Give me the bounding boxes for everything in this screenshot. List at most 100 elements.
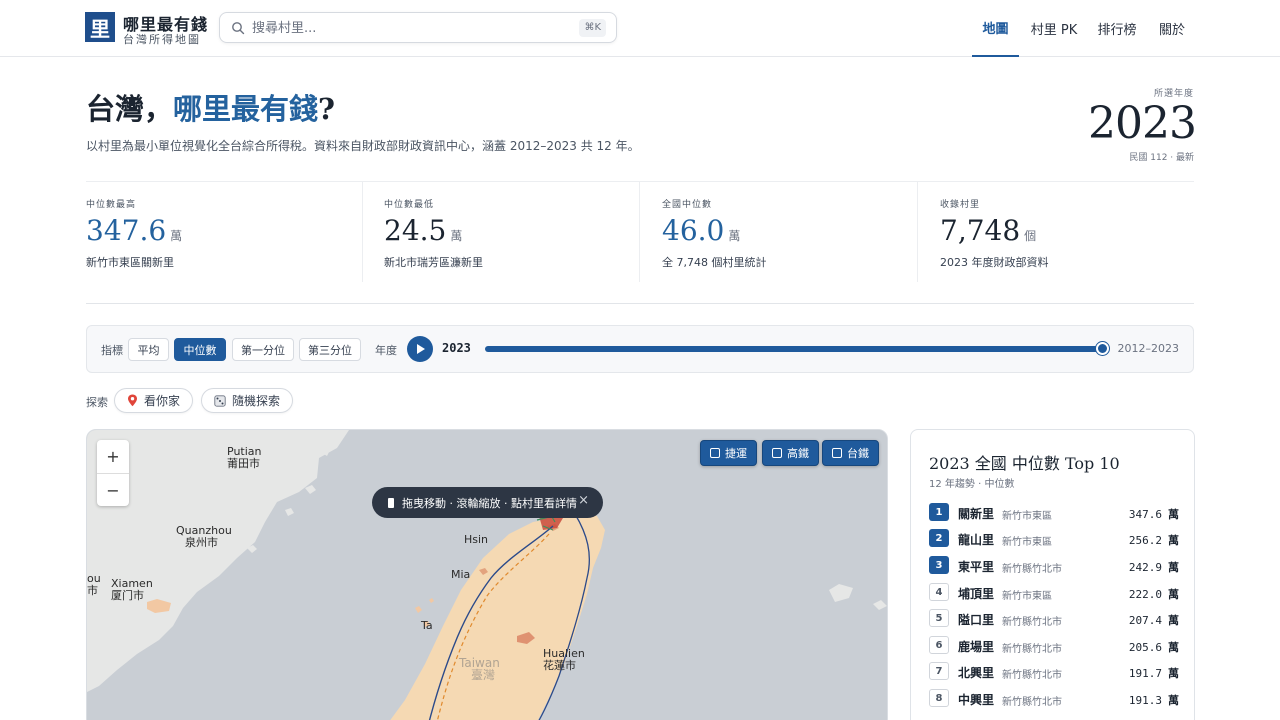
- rank-number: 6: [929, 636, 949, 654]
- page-title-end: ?: [318, 92, 336, 126]
- rank-village-name: 鹿場里: [958, 640, 995, 654]
- metric-median-button[interactable]: 中位數: [174, 338, 226, 361]
- rank-number: 5: [929, 609, 949, 627]
- rank-value-unit: 萬: [1168, 694, 1179, 707]
- rank-village-name: 埔頂里: [958, 587, 995, 601]
- hsr-icon: [772, 448, 782, 458]
- ranking-row[interactable]: 1 關新里 新竹市東區 347.6 萬: [929, 501, 1179, 523]
- rank-village-name: 龍山里: [958, 533, 995, 547]
- stat-value: 347.6 萬: [86, 214, 182, 247]
- rank-district: 新竹市東區: [1002, 537, 1052, 548]
- layer-metro-label: 捷運: [725, 447, 747, 460]
- map-hint-text: 拖曳移動 · 滾輪縮放 · 點村里看詳情: [402, 496, 577, 510]
- rank-district: 新竹縣竹北市: [1002, 697, 1062, 708]
- rank-value-number: 222.0: [1128, 588, 1162, 601]
- zoom-control: + −: [97, 440, 129, 506]
- zoom-out-button[interactable]: −: [97, 473, 129, 506]
- zoom-in-button[interactable]: +: [97, 440, 129, 473]
- year-control-label: 年度: [375, 344, 397, 357]
- map-label-hualien: Hualien 花蓮市: [543, 648, 585, 672]
- rank-village-name: 關新里: [958, 507, 995, 521]
- random-explore-button[interactable]: 隨機探索: [201, 388, 293, 413]
- year-slider-track[interactable]: [485, 346, 1103, 352]
- ranking-row[interactable]: 2 龍山里 新竹市東區 256.2 萬: [929, 527, 1179, 549]
- ranking-row[interactable]: 3 東平里 新竹縣竹北市 242.9 萬: [929, 554, 1179, 576]
- search-icon: [232, 22, 245, 35]
- rank-value-unit: 萬: [1168, 561, 1179, 574]
- rail-icon: [832, 448, 842, 458]
- map-label-miaoli: Mia: [451, 568, 471, 581]
- ranking-subtitle: 12 年趨勢 · 中位數: [929, 479, 1015, 490]
- rank-district: 新竹縣竹北市: [1002, 670, 1062, 681]
- stat-unit: 萬: [728, 229, 741, 243]
- pin-icon: [127, 394, 137, 407]
- rank-value-number: 207.4: [1128, 614, 1162, 627]
- rank-value-unit: 萬: [1168, 534, 1179, 547]
- layer-hsr-label: 高鐵: [787, 447, 809, 460]
- rank-district: 新竹縣竹北市: [1002, 617, 1062, 628]
- rank-value: 205.6 萬: [1129, 639, 1179, 655]
- stat-unit: 萬: [170, 229, 183, 243]
- ranking-row[interactable]: 5 隘口里 新竹縣竹北市 207.4 萬: [929, 607, 1179, 629]
- slider-year-value: 2023: [442, 341, 471, 355]
- ranking-row[interactable]: 8 中興里 新竹縣竹北市 191.3 萬: [929, 687, 1179, 709]
- stat-card-lowest: 中位數最低 24.5 萬 新北市瑞芳區濂新里: [362, 182, 639, 282]
- locate-home-button[interactable]: 看你家: [114, 388, 193, 413]
- map-label-taichung: Ta: [421, 619, 433, 632]
- rank-village-name: 隘口里: [958, 613, 995, 627]
- stats-divider-bottom: [86, 303, 1194, 304]
- rank-value: 347.6 萬: [1129, 506, 1179, 522]
- rank-value-number: 242.9: [1128, 561, 1162, 574]
- rank-value-number: 191.7: [1128, 667, 1162, 680]
- rank-value-unit: 萬: [1168, 641, 1179, 654]
- play-icon[interactable]: [407, 336, 433, 362]
- rank-number: 7: [929, 662, 949, 680]
- layer-rail-button[interactable]: 台鐵: [822, 440, 879, 466]
- stat-value: 7,748 個: [940, 214, 1036, 247]
- map-label-xiamen-zh: 厦门市: [111, 589, 144, 602]
- metric-mean-button[interactable]: 平均: [128, 338, 169, 361]
- map-label-putian: Putian 莆田市: [227, 446, 262, 470]
- stat-label: 全國中位數: [662, 200, 713, 210]
- search-box[interactable]: ⌘K: [219, 12, 617, 43]
- income-map[interactable]: + − 捷運 高鐵 台鐵 拖曳移動 · 滾輪縮放 · 點村里看詳情 × Puti…: [86, 429, 888, 720]
- ranking-row[interactable]: 6 鹿場里 新竹縣竹北市 205.6 萬: [929, 634, 1179, 656]
- control-bar: 指標 平均 中位數 第一分位 第三分位 年度 2023 2012–2023: [86, 325, 1194, 373]
- rank-value: 222.0 萬: [1129, 586, 1179, 602]
- locate-home-label: 看你家: [143, 394, 180, 408]
- rank-number: 3: [929, 556, 949, 574]
- rank-number: 2: [929, 529, 949, 547]
- dice-icon: [214, 394, 226, 407]
- metric-q1-button[interactable]: 第一分位: [232, 338, 294, 361]
- map-label-putian-zh: 莆田市: [227, 457, 260, 470]
- layer-hsr-button[interactable]: 高鐵: [762, 440, 819, 466]
- rank-value: 191.7 萬: [1129, 665, 1179, 681]
- rank-value-number: 205.6: [1128, 641, 1162, 654]
- metric-q3-button[interactable]: 第三分位: [299, 338, 361, 361]
- layer-metro-button[interactable]: 捷運: [700, 440, 757, 466]
- ranking-row[interactable]: 4 埔頂里 新竹市東區 222.0 萬: [929, 581, 1179, 603]
- map-hint-toast: 拖曳移動 · 滾輪縮放 · 點村里看詳情 ×: [372, 487, 603, 518]
- ranking-row[interactable]: 7 北興里 新竹縣竹北市 191.7 萬: [929, 660, 1179, 682]
- logo-mark[interactable]: 里: [85, 12, 115, 42]
- stat-label: 收錄村里: [940, 200, 981, 210]
- nav-ranking[interactable]: 排行榜: [1092, 0, 1142, 57]
- stat-subtext: 2023 年度財政部資料: [940, 256, 1049, 269]
- rank-number: 1: [929, 503, 949, 521]
- map-label-taiwan-zh: 臺灣: [471, 668, 496, 682]
- nav-village-pk[interactable]: 村里 PK: [1026, 0, 1082, 57]
- nav-map[interactable]: 地圖: [972, 0, 1019, 57]
- hint-close-icon[interactable]: ×: [578, 493, 589, 508]
- search-input[interactable]: [252, 18, 552, 38]
- page-description: 以村里為最小單位視覺化全台綜合所得稅。資料來自財政部財政資訊中心，涵蓋 2012…: [86, 139, 640, 153]
- rank-value: 242.9 萬: [1129, 559, 1179, 575]
- layer-rail-label: 台鐵: [847, 447, 869, 460]
- nav-about[interactable]: 關於: [1152, 0, 1192, 57]
- year-slider-handle[interactable]: [1096, 342, 1109, 355]
- map-label-jinmen-zh: 市: [87, 584, 98, 597]
- rank-number: 8: [929, 689, 949, 707]
- explore-label: 探索: [86, 396, 108, 409]
- stat-subtext: 新竹市東區關新里: [86, 256, 174, 269]
- stat-label: 中位數最低: [384, 200, 435, 210]
- stat-unit: 萬: [450, 229, 463, 243]
